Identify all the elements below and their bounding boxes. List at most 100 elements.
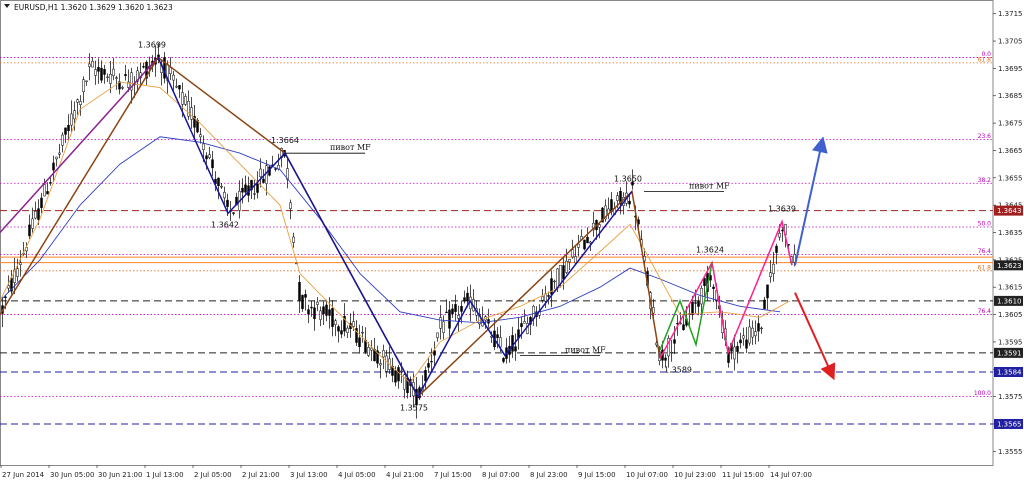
bull-candle	[70, 113, 73, 126]
bull-candle	[769, 272, 772, 277]
bull-candle	[541, 296, 544, 301]
bull-candle	[121, 87, 124, 89]
bull-candle	[31, 218, 34, 229]
bear-candle	[511, 335, 514, 352]
bull-candle	[436, 332, 439, 338]
bear-candle	[337, 326, 340, 332]
price-annotation: 1.3639	[768, 205, 796, 214]
price-annotation: 1.3699	[138, 40, 166, 49]
chart-window[interactable]: EURUSD,H1 1.3620 1.3629 1.3620 1.3623 0.0…	[0, 0, 1024, 482]
x-tick-label: 30 Jun 05:00	[50, 471, 94, 479]
fib-level-label: 50.0	[978, 221, 992, 228]
bear-candle	[310, 306, 313, 309]
price-annotation: 1.3664	[271, 136, 299, 145]
x-tick-label: 30 Jun 21:00	[98, 471, 142, 479]
bear-candle	[256, 183, 259, 193]
x-tick-label: 8 Jul 23:00	[530, 471, 568, 479]
bull-candle	[616, 195, 619, 201]
x-tick-label: 9 Jul 15:00	[578, 471, 616, 479]
bear-candle	[28, 224, 31, 237]
bull-candle	[559, 264, 562, 284]
bear-candle	[217, 177, 220, 186]
dropdown-triangle-icon[interactable]	[4, 4, 10, 8]
bull-candle	[82, 79, 85, 92]
bear-candle	[424, 370, 427, 382]
bear-candle	[97, 67, 100, 72]
bull-candle	[202, 143, 205, 150]
bear-candle	[766, 284, 769, 299]
bull-candle	[352, 321, 355, 327]
bull-candle	[778, 233, 781, 238]
bull-candle	[316, 301, 319, 305]
bear-candle	[37, 208, 40, 220]
pivot-mf-label: пивот MF	[330, 143, 371, 152]
bull-candle	[379, 363, 382, 366]
bear-candle	[682, 324, 685, 330]
bull-candle	[208, 154, 211, 158]
bull-candle	[748, 326, 751, 344]
x-tick-label: 14 Jul 07:00	[770, 471, 812, 479]
price-annotation: 1.3642	[211, 220, 239, 229]
bull-candle	[91, 60, 94, 68]
bull-candle	[199, 134, 202, 138]
bear-candle	[244, 184, 247, 193]
bull-candle	[760, 327, 763, 330]
bear-candle	[325, 304, 328, 316]
bear-candle	[745, 339, 748, 349]
x-tick-label: 3 Jul 13:00	[290, 471, 328, 479]
bull-candle	[115, 77, 118, 79]
bear-candle	[454, 304, 457, 312]
forecast-down-arrow	[794, 292, 836, 381]
bull-candle	[76, 99, 79, 103]
price-tag-label: 1.3591	[997, 349, 1022, 357]
bear-candle	[301, 295, 304, 310]
bull-candle	[361, 331, 364, 334]
bull-candle	[385, 355, 388, 372]
bull-candle	[439, 317, 442, 329]
bull-candle	[61, 134, 64, 146]
bull-candle	[19, 262, 22, 265]
bear-candle	[205, 155, 208, 160]
bull-candle	[499, 337, 502, 348]
bull-candle	[571, 249, 574, 258]
bear-candle	[448, 309, 451, 329]
bull-candle	[742, 335, 745, 339]
pivot-mf-label: пивот MF	[565, 346, 606, 355]
bull-candle	[544, 293, 547, 302]
bear-candle	[52, 162, 55, 171]
y-tick-label: 1.3595	[998, 338, 1023, 346]
bear-candle	[358, 337, 361, 347]
fib-level-label: 61.8	[978, 56, 992, 63]
x-tick-label: 1 Jul 13:00	[146, 471, 184, 479]
y-tick-label: 1.3655	[998, 174, 1023, 182]
bull-candle	[175, 86, 178, 88]
price-tag-label: 1.3643	[997, 207, 1022, 215]
bear-candle	[520, 323, 523, 327]
x-tick-label: 2 Jul 05:00	[194, 471, 232, 479]
bear-candle	[430, 360, 433, 363]
bull-candle	[334, 320, 337, 325]
bear-candle	[673, 339, 676, 344]
price-annotation: 1.3589	[664, 365, 692, 374]
x-tick-label: 4 Jul 21:00	[386, 471, 424, 479]
bear-candle	[712, 286, 715, 289]
bull-candle	[181, 92, 184, 105]
y-tick-label: 1.3685	[998, 92, 1023, 100]
bull-candle	[553, 280, 556, 283]
fib-level-label: 23.6	[978, 133, 992, 140]
bear-candle	[304, 294, 307, 298]
bull-candle	[190, 107, 193, 120]
bull-candle	[292, 236, 295, 243]
bear-candle	[64, 127, 67, 135]
y-tick-label: 1.3555	[998, 448, 1023, 456]
bear-candle	[142, 66, 145, 68]
bear-candle	[307, 309, 310, 315]
bear-candle	[322, 306, 325, 315]
x-tick-label: 2 Jul 21:00	[242, 471, 280, 479]
fib-level-label: 100.0	[974, 390, 991, 397]
x-tick-label: 7 Jul 15:00	[434, 471, 472, 479]
bear-candle	[451, 308, 454, 315]
price-chart[interactable]: EURUSD,H1 1.3620 1.3629 1.3620 1.36230.0…	[0, 0, 1024, 482]
bear-candle	[427, 363, 430, 368]
bear-candle	[313, 307, 316, 320]
